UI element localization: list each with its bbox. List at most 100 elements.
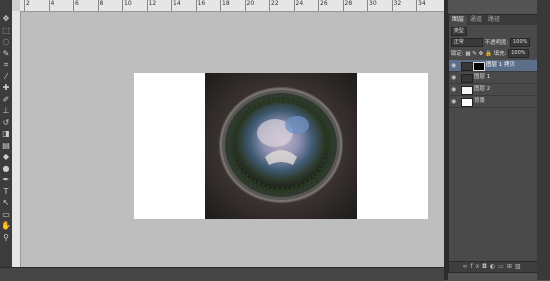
mask-icon[interactable]: ◘ bbox=[482, 263, 490, 270]
ruler-tick bbox=[146, 0, 148, 11]
ruler-tick bbox=[24, 0, 25, 11]
ruler-number: 18 bbox=[222, 0, 230, 7]
move-icon[interactable]: ✥ bbox=[1, 14, 11, 24]
ruler-number: 20 bbox=[246, 0, 255, 7]
tab-channels[interactable]: 通道 bbox=[467, 15, 485, 25]
opacity-input[interactable]: 100% bbox=[510, 38, 531, 47]
pen-icon[interactable]: ✒ bbox=[1, 175, 11, 185]
ruler-number: 10 bbox=[124, 0, 132, 7]
ruler-number: 24 bbox=[295, 0, 304, 7]
document-canvas[interactable] bbox=[134, 73, 428, 219]
panel-tabs: 图层 通道 路径 bbox=[449, 15, 537, 25]
ruler-tick bbox=[367, 0, 368, 11]
ruler-tick bbox=[171, 0, 172, 11]
ruler-number: 22 bbox=[271, 0, 279, 7]
ruler-number: 26 bbox=[320, 0, 328, 7]
ruler-tick bbox=[293, 0, 295, 11]
ruler-number: 28 bbox=[344, 0, 353, 7]
blur-icon[interactable]: ◆ bbox=[1, 152, 11, 162]
filter-row: 类型 bbox=[449, 27, 537, 37]
ruler-number: 6 bbox=[75, 0, 79, 7]
layer-name: 图层 2 bbox=[474, 86, 491, 92]
ruler-tick bbox=[342, 0, 344, 11]
ruler-tick bbox=[195, 0, 197, 11]
panel-footer: ∞fx◘◐▭⊞▥ bbox=[449, 261, 537, 272]
ruler-number: 4 bbox=[50, 0, 55, 7]
fx-icon[interactable]: fx bbox=[470, 263, 482, 270]
visibility-eye-icon[interactable]: ◉ bbox=[451, 74, 458, 81]
ruler-tick bbox=[48, 0, 50, 11]
visibility-eye-icon[interactable]: ◉ bbox=[451, 86, 458, 93]
hand-icon[interactable]: ✋ bbox=[1, 221, 11, 231]
layer-thumbnail bbox=[461, 62, 473, 71]
history-brush-icon[interactable]: ↺ bbox=[1, 118, 11, 128]
layer-thumbnail bbox=[461, 86, 473, 95]
stamp-icon[interactable]: ⊥ bbox=[1, 106, 11, 116]
layer-name: 背景 bbox=[474, 98, 486, 104]
ruler-tick bbox=[318, 0, 319, 11]
opacity-label: 不透明度: bbox=[484, 40, 509, 46]
eraser-icon[interactable]: ◨ bbox=[1, 129, 11, 139]
layer-row[interactable]: ◉ 图层 1 bbox=[449, 72, 537, 84]
dodge-icon[interactable]: ● bbox=[1, 164, 11, 174]
blend-row: 正常 不透明度: 100% bbox=[449, 38, 537, 48]
eyedropper-icon[interactable]: ⁄ bbox=[1, 72, 11, 82]
lock-label: 锁定: bbox=[450, 51, 464, 57]
filter-kind-select[interactable]: 类型 bbox=[450, 27, 467, 36]
layer-thumbnail bbox=[461, 74, 473, 83]
visibility-eye-icon[interactable]: ◉ bbox=[451, 98, 458, 105]
shape-icon[interactable]: ▭ bbox=[1, 210, 11, 220]
fill-label: 填充: bbox=[493, 51, 507, 57]
ruler-number: 12 bbox=[148, 0, 157, 7]
ruler-tick bbox=[391, 0, 393, 11]
visibility-eye-icon[interactable]: ◉ bbox=[451, 62, 458, 69]
path-select-icon[interactable]: ↖ bbox=[1, 198, 11, 208]
marquee-icon[interactable]: ⬚ bbox=[1, 26, 11, 36]
layer-mask-thumbnail[interactable] bbox=[473, 62, 485, 71]
ruler-number: 14 bbox=[173, 0, 181, 7]
vertical-ruler bbox=[12, 11, 21, 267]
quick-select-icon[interactable]: ✎ bbox=[1, 49, 11, 59]
type-icon[interactable]: T bbox=[1, 187, 11, 197]
adjustment-icon[interactable]: ◐ bbox=[490, 263, 498, 270]
layers-panel: 图层 通道 路径 类型 正常 不透明度: 100% 锁定: ▦ ✎ ✥ 🔒 填充: … bbox=[448, 14, 538, 273]
gradient-icon[interactable]: ▤ bbox=[1, 141, 11, 151]
ruler-number: 30 bbox=[369, 0, 377, 7]
layer-thumbnail bbox=[461, 98, 473, 107]
ruler-number: 34 bbox=[418, 0, 426, 7]
folder-icon[interactable]: ▭ bbox=[498, 263, 507, 270]
status-bar bbox=[0, 267, 446, 281]
spherical-image bbox=[205, 73, 357, 219]
layer-row[interactable]: ◉ 背景 bbox=[449, 96, 537, 108]
ruler-tick bbox=[269, 0, 270, 11]
ruler-number: 8 bbox=[99, 0, 104, 7]
tab-layers[interactable]: 图层 bbox=[449, 15, 468, 25]
zoom-icon[interactable]: ⚲ bbox=[1, 233, 11, 243]
ruler-tick bbox=[97, 0, 99, 11]
layer-row[interactable]: ◉ 图层 2 bbox=[449, 84, 537, 96]
tab-paths[interactable]: 路径 bbox=[485, 15, 503, 25]
healing-brush-icon[interactable]: ✚ bbox=[1, 83, 11, 93]
new-layer-icon[interactable]: ⊞ bbox=[507, 263, 515, 270]
blend-mode-select[interactable]: 正常 bbox=[450, 38, 483, 47]
layer-name: 图层 1 bbox=[474, 74, 491, 80]
layer-name: 图层 1 拷贝 bbox=[486, 62, 515, 68]
fill-input[interactable]: 100% bbox=[508, 49, 529, 58]
trash-icon[interactable]: ▥ bbox=[515, 263, 524, 270]
lock-icons[interactable]: ▦ ✎ ✥ 🔒 bbox=[465, 51, 492, 57]
brush-icon[interactable]: ✐ bbox=[1, 95, 11, 105]
tiny-planet-photo bbox=[205, 73, 357, 219]
ruler-tick bbox=[244, 0, 246, 11]
ruler-tick bbox=[220, 0, 221, 11]
layer-row[interactable]: ◉ 图层 1 拷贝 bbox=[449, 60, 537, 72]
crop-icon[interactable]: ⌗ bbox=[1, 60, 11, 70]
horizontal-ruler: 2 4 6 8 10 12 14 16 18 20 22 24 26 28 30 32 34 bbox=[12, 0, 444, 12]
collapsed-panel-icons bbox=[537, 0, 550, 280]
ruler-tick bbox=[73, 0, 74, 11]
lock-row: 锁定: ▦ ✎ ✥ 🔒 填充: 100% bbox=[449, 49, 537, 59]
ruler-tick bbox=[416, 0, 417, 11]
lasso-icon[interactable]: ◌ bbox=[1, 37, 11, 47]
canvas-workspace[interactable] bbox=[21, 12, 444, 267]
ruler-tick bbox=[122, 0, 123, 11]
ruler-origin[interactable] bbox=[12, 0, 20, 11]
